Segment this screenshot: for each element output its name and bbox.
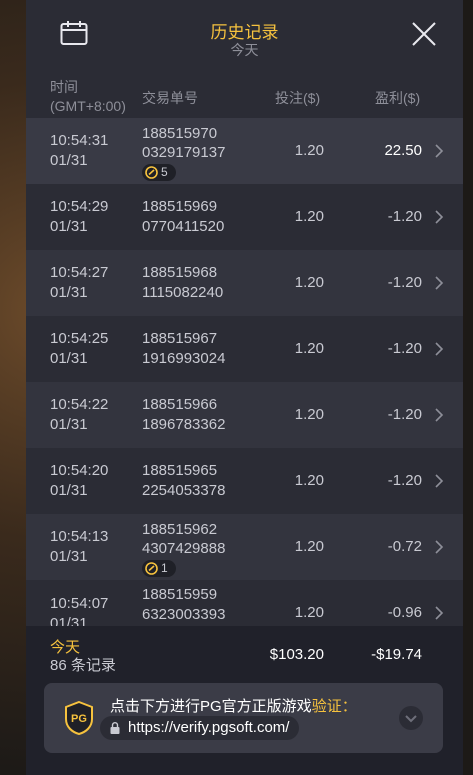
row-profit: -0.72 <box>387 538 422 555</box>
free-spin-badge: 1 <box>142 560 176 577</box>
row-id-2: 1896783362 <box>142 416 226 433</box>
lock-icon <box>110 722 120 734</box>
pg-logo-icon: PG <box>65 701 93 735</box>
row-id-2: 1115082240 <box>142 284 224 301</box>
row-id-1: 188515970 <box>142 125 218 142</box>
row-bet: 1.20 <box>294 142 324 159</box>
column-header: 时间 (GMT+8:00) 交易单号 投注($) 盈利($) <box>26 74 463 118</box>
chevron-right-icon <box>435 474 444 488</box>
verify-url: https://verify.pgsoft.com/ <box>128 719 290 736</box>
free-spin-badge: 5 <box>142 164 176 181</box>
row-id-1: 188515967 <box>142 330 218 347</box>
row-date: 01/31 <box>50 615 88 626</box>
row-id-2: 0329179137 <box>142 144 226 161</box>
row-profit: 22.50 <box>384 142 422 159</box>
row-time: 10:54:29 <box>50 198 109 215</box>
svg-text:PG: PG <box>71 713 87 725</box>
row-bet: 1.20 <box>294 340 324 357</box>
table-row[interactable]: 10:54:27 01/31 188515968 1115082240 1.20 -… <box>26 250 463 316</box>
free-spin-icon <box>145 562 158 575</box>
row-id-2: 1916993024 <box>142 350 226 367</box>
free-spin-icon <box>145 166 158 179</box>
table-row[interactable]: 10:54:13 01/31 188515962 4307429888 1 1.20… <box>26 514 463 580</box>
col-profit: 盈利($) <box>375 90 421 106</box>
date-filter-label[interactable]: 今天 <box>26 40 463 60</box>
expand-button[interactable] <box>399 706 423 730</box>
row-date: 01/31 <box>50 152 88 169</box>
table-row[interactable]: 10:54:20 01/31 188515965 2254053378 1.20 -… <box>26 448 463 514</box>
close-icon[interactable] <box>412 22 436 46</box>
row-id-1: 188515966 <box>142 396 218 413</box>
chevron-down-icon <box>405 715 417 723</box>
row-bet: 1.20 <box>294 604 324 621</box>
row-time: 10:54:13 <box>50 528 109 545</box>
verify-text-highlight: 验证： <box>311 698 357 715</box>
row-date: 01/31 <box>50 548 88 565</box>
verify-text: 点击下方进行PG官方正版游戏验证： <box>110 695 357 716</box>
row-id-2: 6323003393 <box>142 606 226 623</box>
col-bet: 投注($) <box>275 90 321 106</box>
verify-url-link[interactable]: https://verify.pgsoft.com/ <box>100 716 300 740</box>
table-row[interactable]: 10:54:07 01/31 188515959 6323003393 1.20 -… <box>26 580 463 626</box>
row-id-1: 188515969 <box>142 198 218 215</box>
row-date: 01/31 <box>50 218 88 235</box>
row-bet: 1.20 <box>294 538 324 555</box>
chevron-right-icon <box>435 408 444 422</box>
table-row[interactable]: 10:54:25 01/31 188515967 1916993024 1.20 -… <box>26 316 463 382</box>
row-date: 01/31 <box>50 284 88 301</box>
col-order: 交易单号 <box>142 90 198 106</box>
row-profit: -0.96 <box>387 604 422 621</box>
row-profit: -1.20 <box>387 340 422 357</box>
row-time: 10:54:31 <box>50 132 109 149</box>
table-row[interactable]: 10:54:22 01/31 188515966 1896783362 1.20 -… <box>26 382 463 448</box>
row-date: 01/31 <box>50 350 88 367</box>
record-count: 86 条记录 <box>50 657 116 674</box>
history-list: 10:54:31 01/31 188515970 0329179137 5 1.20… <box>26 118 463 626</box>
badge-count: 1 <box>161 561 168 575</box>
row-profit: -1.20 <box>387 472 422 489</box>
badge-count: 5 <box>161 165 168 179</box>
row-time: 10:54:22 <box>50 396 109 413</box>
row-time: 10:54:07 <box>50 595 109 612</box>
header: 历史记录 今天 <box>26 0 463 72</box>
row-profit: -1.20 <box>387 274 422 291</box>
row-time: 10:54:25 <box>50 330 109 347</box>
total-bet: $103.20 <box>269 646 324 663</box>
table-row[interactable]: 10:54:29 01/31 188515969 0770411520 1.20 -… <box>26 184 463 250</box>
row-bet: 1.20 <box>294 472 324 489</box>
history-panel: 历史记录 今天 时间 (GMT+8:00) 交易单号 投注($) 盈利($) 1… <box>26 0 463 775</box>
row-time: 10:54:20 <box>50 462 109 479</box>
row-date: 01/31 <box>50 416 88 433</box>
chevron-right-icon <box>435 342 444 356</box>
row-id-1: 188515962 <box>142 521 218 538</box>
col-time: 时间 <box>50 79 78 95</box>
row-id-2: 4307429888 <box>142 540 226 557</box>
verify-text-main: 点击下方进行PG官方正版游戏 <box>110 698 312 715</box>
row-profit: -1.20 <box>387 406 422 423</box>
row-id-1: 188515968 <box>142 264 218 281</box>
summary-footer: 今天 86 条记录 $103.20 -$19.74 PG 点击下方进行PG官方正… <box>26 626 463 775</box>
col-timezone: (GMT+8:00) <box>50 98 126 114</box>
row-id-1: 188515965 <box>142 462 218 479</box>
table-row[interactable]: 10:54:31 01/31 188515970 0329179137 5 1.20… <box>26 118 463 184</box>
chevron-right-icon <box>435 210 444 224</box>
row-id-2: 2254053378 <box>142 482 226 499</box>
row-bet: 1.20 <box>294 274 324 291</box>
row-id-2: 0770411520 <box>142 218 225 235</box>
row-bet: 1.20 <box>294 406 324 423</box>
row-time: 10:54:27 <box>50 264 109 281</box>
verify-banner[interactable]: PG 点击下方进行PG官方正版游戏验证： https://verify.pgso… <box>44 683 443 753</box>
row-id-1: 188515959 <box>142 586 218 603</box>
total-profit: -$19.74 <box>371 646 422 663</box>
row-profit: -1.20 <box>387 208 422 225</box>
chevron-right-icon <box>435 144 444 158</box>
row-bet: 1.20 <box>294 208 324 225</box>
row-date: 01/31 <box>50 482 88 499</box>
chevron-right-icon <box>435 540 444 554</box>
chevron-right-icon <box>435 276 444 290</box>
chevron-right-icon <box>435 606 444 620</box>
